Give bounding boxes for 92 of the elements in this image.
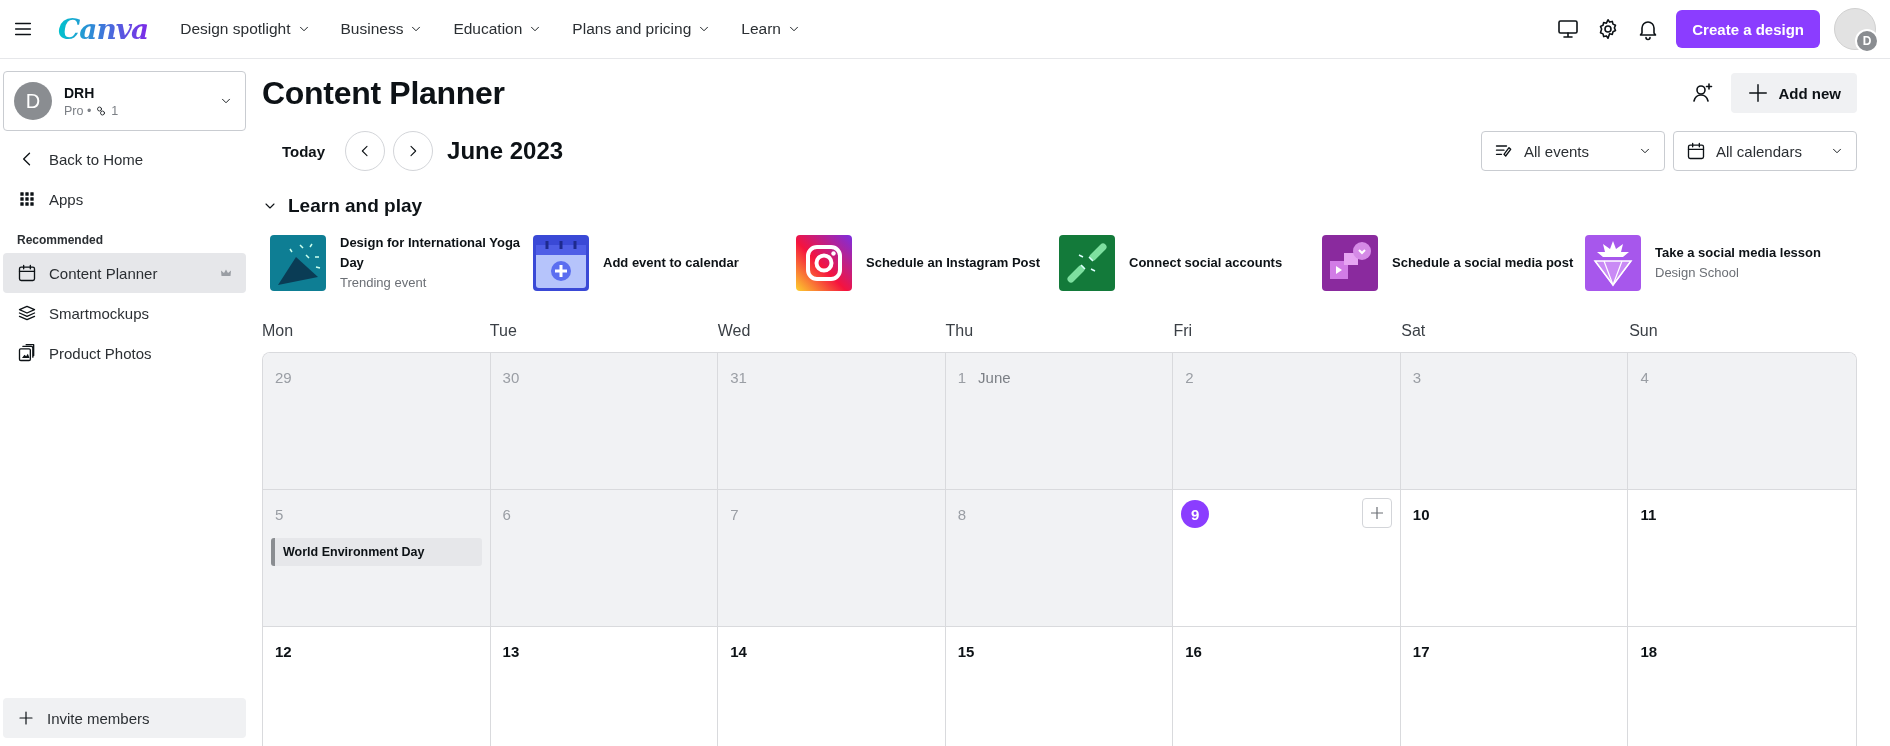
day-number: 18 [1640,642,1658,660]
day-number: 16 [1185,642,1202,660]
day-number: 12 [275,642,292,660]
avatar-badge: D [1855,29,1879,53]
calendar-icon [1686,141,1706,161]
month-title: June 2023 [447,137,564,165]
day-number: 8 [957,505,967,523]
learn-card[interactable]: Schedule a social media post [1322,233,1585,292]
card-subtitle: Design School [1655,264,1740,282]
team-switcher[interactable]: D DRH Pro • 1 [3,71,246,131]
nav-menu-button[interactable]: Business [340,20,424,38]
day-number: 30 [502,368,520,386]
plus-icon [17,709,35,727]
learn-card[interactable]: Design for International Yoga Day Trending event [270,233,533,292]
previous-month-button[interactable] [345,131,386,171]
people-icon [95,104,108,117]
filter-dropdown[interactable]: All calendars [1673,131,1857,171]
calendar-icon [17,263,37,283]
day-number: 3 [1412,368,1422,386]
nav-menu-button[interactable]: Design spotlight [180,20,311,38]
page-title: Content Planner [262,74,505,112]
card-title: Schedule a social media post [1392,253,1574,272]
day-number: 15 [957,642,975,660]
day-number: 6 [502,505,511,523]
card-title: Design for International Yoga Day [340,234,522,272]
day-number: 10 [1412,505,1430,523]
calendar-day-cell[interactable]: 5 World Environment Day [263,490,491,627]
monitor-icon [1556,17,1581,41]
photo-stack-icon [17,343,37,363]
create-design-button[interactable]: Create a design [1676,10,1820,48]
day-number: 14 [730,642,747,660]
apps-link[interactable]: Apps [3,179,246,219]
team-name: DRH [64,84,96,101]
video-photo-icon [1322,234,1378,291]
filter-dropdown[interactable]: All events [1481,131,1665,171]
invite-members-button[interactable]: Invite members [3,698,246,738]
add-event-button[interactable] [1361,498,1392,528]
nav-menu-button[interactable]: Education [453,20,543,38]
nav-menu-button[interactable]: Plans and pricing [572,20,712,38]
plus-icon [1746,82,1769,104]
learn-card[interactable]: Connect social accounts [1059,233,1322,292]
weekday-label: Sun [1629,322,1658,339]
weekday-label: Tue [489,322,517,339]
sidebar-item[interactable]: Product Photos [3,333,246,373]
day-number: 29 [275,368,292,386]
team-avatar: D [14,82,52,120]
sidebar-item[interactable]: Smartmockups [3,293,246,333]
add-new-button[interactable]: Add new [1730,73,1857,113]
event-chip[interactable]: World Environment Day [271,538,482,566]
card-title: Schedule an Instagram Post [866,253,1041,272]
learn-card[interactable]: Take a social media lesson Design School [1585,233,1848,292]
day-number: 7 [730,505,739,523]
calendar-day-cell[interactable]: 9 [1173,490,1401,627]
yoga-illustration-icon [270,234,326,291]
learn-card[interactable]: Schedule an Instagram Post [796,233,1059,292]
day-number: 4 [1640,368,1649,386]
weekday-label: Thu [945,322,974,339]
day-number: 1 [957,368,967,386]
day-number: 17 [1412,642,1430,660]
calendar-add-icon [533,234,589,291]
learn-section-toggle[interactable]: Learn and play [262,195,423,217]
day-number: 31 [730,368,747,386]
day-number: 2 [1185,368,1194,386]
card-title: Take a social media lesson [1655,244,1821,262]
month-label: June [978,368,1011,386]
nav-menu-button[interactable]: Learn [741,20,801,38]
calendar-day-cell[interactable]: 1 June [945,353,1174,490]
next-month-button[interactable] [393,131,434,171]
weekday-label: Wed [717,322,751,339]
day-number: 13 [502,642,520,660]
sidebar-item[interactable]: Content Planner [3,253,246,293]
day-number: 11 [1640,505,1657,523]
calendar-day-cell[interactable]: 10 [1400,490,1629,627]
section-heading: Recommended [17,233,105,247]
grid-icon [17,189,37,209]
weekday-label: Mon [262,322,294,339]
weekday-label: Fri [1173,322,1193,339]
chain-link-icon [1059,234,1115,291]
card-title: Add event to calendar [603,253,739,272]
weekday-label: Sat [1401,322,1426,339]
back-to-home-link[interactable]: Back to Home [3,139,246,179]
camera-icon [796,234,852,291]
today-button[interactable]: Today [262,142,346,160]
layers-icon [17,303,37,323]
day-number: 5 [275,505,284,523]
add-person-icon [1690,81,1715,105]
learn-card[interactable]: Add event to calendar [533,233,796,292]
card-subtitle: Trending event [340,274,428,292]
card-title: Connect social accounts [1129,253,1283,272]
member-count: 1 [111,103,119,118]
plan-label: Pro • [64,103,92,118]
day-number: 9 [1181,500,1210,528]
